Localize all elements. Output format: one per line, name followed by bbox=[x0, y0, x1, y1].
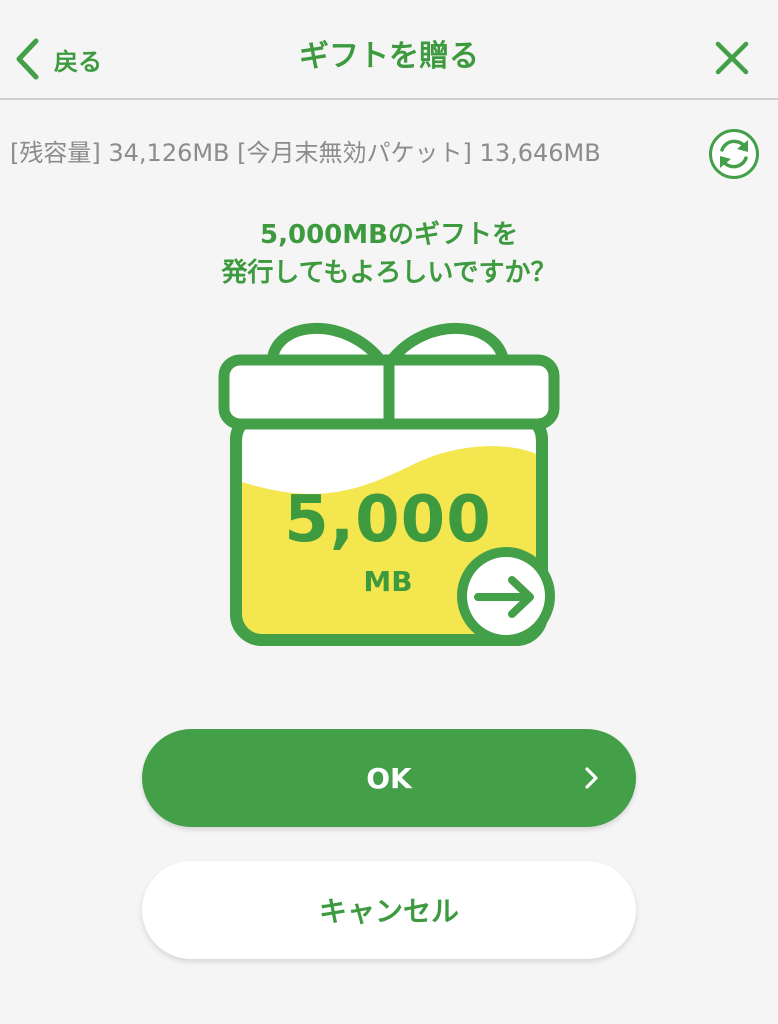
expiring-value: 13,646MB bbox=[479, 139, 601, 167]
gift-amount: 5,000 bbox=[284, 483, 492, 557]
gift-illustration bbox=[214, 304, 566, 656]
remaining-label: [残容量] bbox=[10, 139, 101, 167]
ok-button[interactable]: OK bbox=[142, 729, 636, 827]
page-title: ギフトを贈る bbox=[299, 39, 479, 74]
expiring-label: [今月末無効パケット] bbox=[237, 139, 472, 167]
close-button[interactable] bbox=[714, 40, 750, 76]
refresh-icon bbox=[709, 129, 759, 179]
ok-button-label: OK bbox=[366, 761, 412, 795]
chevron-right-icon bbox=[585, 767, 598, 789]
cancel-button-label: キャンセル bbox=[318, 895, 459, 928]
gift-unit: MB bbox=[363, 565, 413, 598]
question-line-2: 発行してもよろしいですか？ bbox=[221, 258, 557, 288]
remaining-value: 34,126MB bbox=[108, 139, 230, 167]
header-bar: 戻る ギフトを贈る bbox=[0, 0, 778, 100]
cancel-button[interactable]: キャンセル bbox=[142, 861, 636, 959]
confirm-question: 5,000MBのギフトを 発行してもよろしいですか？ bbox=[0, 216, 778, 292]
data-balance-info: [残容量] 34,126MB [今月末無効パケット] 13,646MB bbox=[10, 136, 601, 170]
close-icon bbox=[715, 41, 749, 75]
refresh-button[interactable] bbox=[708, 128, 760, 180]
question-line-1: 5,000MBのギフトを bbox=[260, 220, 518, 250]
